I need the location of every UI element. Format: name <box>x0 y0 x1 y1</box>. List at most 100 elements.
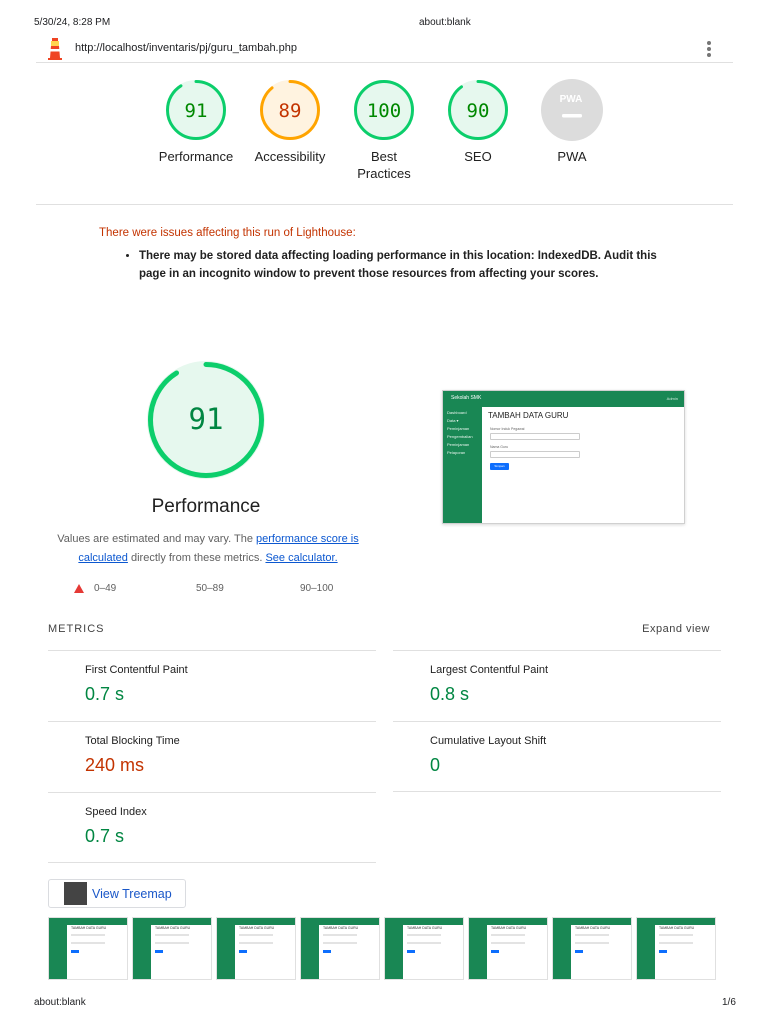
ss-main: TAMBAH DATA GURU Nomor Induk Pegawai Nam… <box>482 407 684 523</box>
ss-input <box>490 451 580 458</box>
gauge-score: 91 <box>185 100 208 122</box>
filmstrip-frame: TAMBAH DATA GURU <box>636 917 716 980</box>
metric-value: 0.7 s <box>85 684 125 704</box>
ss-user: Admin <box>666 396 678 401</box>
gauge-label: SEO <box>464 149 492 164</box>
gauge-seo-ring: 90 <box>448 80 508 140</box>
metric-fcp: First Contentful Paint 0.7 s <box>48 650 376 721</box>
filmstrip-frame: TAMBAH DATA GURU <box>216 917 296 980</box>
metric-name: Cumulative Layout Shift <box>430 735 547 747</box>
warning-title: There were issues affecting this run of … <box>99 227 356 239</box>
ss-input <box>490 433 580 440</box>
gauge-performance-ring: 91 <box>166 80 226 140</box>
legend-pass-label: 90–100 <box>300 583 334 594</box>
metric-cls: Cumulative Layout Shift 0 <box>393 721 721 792</box>
lighthouse-logo-icon <box>48 38 62 60</box>
metrics-title: METRICS <box>48 623 105 635</box>
filmstrip-frame: TAMBAH DATA GURU <box>300 917 380 980</box>
metric-name: Total Blocking Time <box>85 735 180 747</box>
ss-sidebar-item: Pelaporan <box>447 450 466 455</box>
filmstrip-frame: TAMBAH DATA GURU <box>132 917 212 980</box>
see-calculator-link[interactable]: See calculator. <box>265 552 337 564</box>
treemap-label: View Treemap <box>92 886 172 901</box>
print-title: about:blank <box>419 17 471 28</box>
performance-description: Values are estimated and may vary. The p… <box>48 530 368 568</box>
ss-sidebar-item: Pengembalian <box>447 434 473 439</box>
ss-label: Nomor Induk Pegawai <box>490 427 525 431</box>
divider <box>36 204 733 205</box>
url-bar: http://localhost/inventaris/pj/guru_tamb… <box>36 36 733 63</box>
filmstrip: TAMBAH DATA GURU TAMBAH DATA GURU TAMBAH D… <box>48 917 721 980</box>
metric-name: Largest Contentful Paint <box>430 664 549 676</box>
desc-text: directly from these metrics. <box>127 552 266 564</box>
ss-brand: Sekolah SMK <box>451 395 482 401</box>
filmstrip-frame: TAMBAH DATA GURU <box>384 917 464 980</box>
ss-sidebar: Dashboard Data ▾ Peminjaman Pengembalian… <box>443 407 482 523</box>
metric-value: 240 ms <box>85 755 145 775</box>
gauge-label: Performance <box>158 149 234 164</box>
lighthouse-warning: There were issues affecting this run of … <box>99 227 679 283</box>
performance-gauge: 91 <box>147 361 265 479</box>
metric-value: 0.7 s <box>85 826 125 846</box>
treemap-icon <box>64 882 87 905</box>
print-date: 5/30/24, 8:28 PM <box>34 17 111 28</box>
metric-name: Speed Index <box>85 806 147 818</box>
score-legend: 0–49 50–89 90–100 <box>74 583 374 597</box>
more-options-icon[interactable] <box>707 41 711 57</box>
legend-fail: 0–49 <box>74 583 116 594</box>
filmstrip-frame: TAMBAH DATA GURU <box>552 917 632 980</box>
ss-button: Simpan <box>490 463 509 470</box>
metrics-header: METRICS Expand view <box>48 623 710 637</box>
ss-heading: TAMBAH DATA GURU <box>488 411 569 420</box>
pwa-badge-icon: PWA <box>541 79 603 141</box>
gauge-label: Best Practices <box>357 149 411 181</box>
gauge-performance[interactable]: 91 Performance <box>148 78 244 165</box>
ss-sidebar-item: Peminjaman <box>447 442 470 447</box>
ss-topbar: Sekolah SMK Admin <box>443 391 684 407</box>
divider <box>48 862 376 863</box>
gauge-label: PWA <box>557 149 587 164</box>
gauge-best-practices-ring: 100 <box>354 80 414 140</box>
page-url: http://localhost/inventaris/pj/guru_tamb… <box>75 42 297 54</box>
legend-average: 50–89 <box>196 583 224 594</box>
metric-lcp: Largest Contentful Paint 0.8 s <box>393 650 721 721</box>
final-screenshot[interactable]: Sekolah SMK Admin Dashboard Data ▾ Pemin… <box>442 390 685 524</box>
gauge-label: Accessibility <box>254 149 326 164</box>
metric-name: First Contentful Paint <box>85 664 188 676</box>
warning-list: There may be stored data affecting loadi… <box>99 247 679 283</box>
expand-view-button[interactable]: Expand view <box>642 623 710 635</box>
metric-tbt: Total Blocking Time 240 ms <box>48 721 376 792</box>
score-gauges: 91 Performance 89 Accessibility 100 Best… <box>0 78 768 188</box>
ss-sidebar-item: Peminjaman <box>447 426 470 431</box>
filmstrip-frame: TAMBAH DATA GURU <box>48 917 128 980</box>
gauge-score: 100 <box>367 100 401 122</box>
gauge-score: 90 <box>467 100 490 122</box>
gauge-score: 89 <box>279 100 302 122</box>
ss-sidebar-item: Dashboard <box>447 410 467 415</box>
page-number: 1/6 <box>722 997 736 1008</box>
print-header: 5/30/24, 8:28 PM about:blank <box>0 17 768 31</box>
gauge-best-practices[interactable]: 100 Best Practices <box>336 78 432 182</box>
svg-text:PWA: PWA <box>560 94 583 105</box>
metric-si: Speed Index 0.7 s <box>48 792 376 863</box>
gauge-accessibility[interactable]: 89 Accessibility <box>242 78 338 165</box>
metric-value: 0 <box>430 755 441 775</box>
performance-title: Performance <box>151 496 261 517</box>
filmstrip-frame: TAMBAH DATA GURU <box>468 917 548 980</box>
gauge-accessibility-ring: 89 <box>260 80 320 140</box>
desc-text: Values are estimated and may vary. The <box>57 533 256 545</box>
gauge-seo[interactable]: 90 SEO <box>430 78 526 165</box>
ss-label: Nama Guru <box>490 445 509 449</box>
warning-item: There may be stored data affecting loadi… <box>139 247 679 283</box>
performance-score: 91 <box>189 402 224 436</box>
legend-pass: 90–100 <box>300 583 333 594</box>
legend-fail-label: 0–49 <box>94 583 117 594</box>
divider <box>393 791 721 792</box>
gauge-pwa[interactable]: PWA PWA <box>524 78 620 165</box>
footer-url: about:blank <box>34 997 86 1008</box>
fail-triangle-icon <box>74 584 84 593</box>
legend-average-label: 50–89 <box>196 583 224 594</box>
ss-sidebar-item: Data ▾ <box>447 418 459 423</box>
metric-value: 0.8 s <box>430 684 470 704</box>
view-treemap-button[interactable]: View Treemap <box>48 879 186 908</box>
